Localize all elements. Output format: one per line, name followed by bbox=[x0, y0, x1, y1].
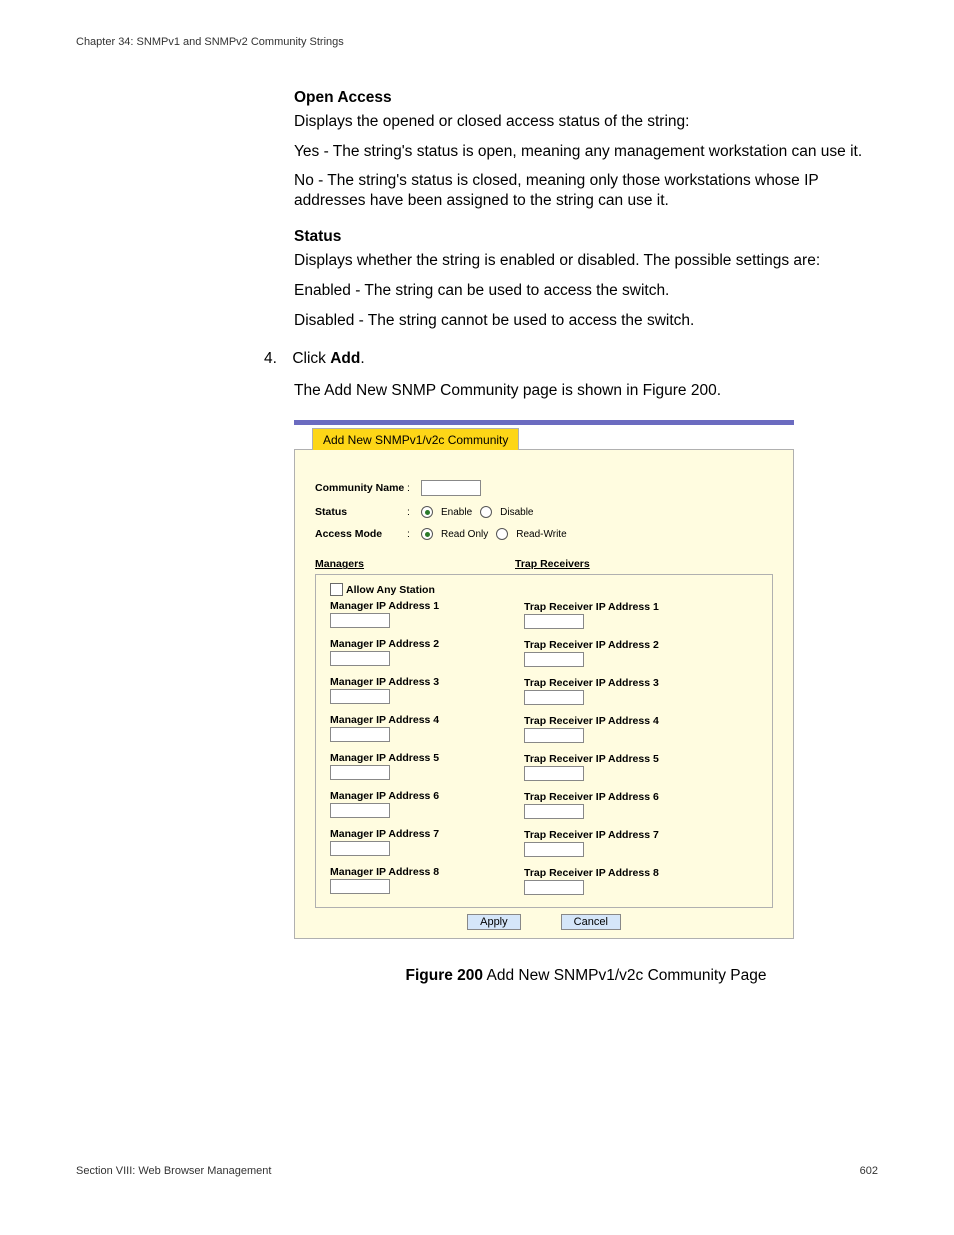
manager-ip-label-7: Manager IP Address 7 bbox=[330, 828, 524, 840]
manager-ip-input-6[interactable] bbox=[330, 803, 390, 818]
allow-any-checkbox[interactable] bbox=[330, 583, 343, 596]
managers-header: Managers bbox=[315, 558, 515, 570]
status-enabled: Enabled - The string can be used to acce… bbox=[294, 281, 878, 301]
trap-ip-label-6: Trap Receiver IP Address 6 bbox=[524, 791, 758, 803]
trap-ip-6: Trap Receiver IP Address 6 bbox=[524, 791, 758, 819]
trap-ip-7: Trap Receiver IP Address 7 bbox=[524, 829, 758, 857]
trap-ip-input-6[interactable] bbox=[524, 804, 584, 819]
manager-ip-input-1[interactable] bbox=[330, 613, 390, 628]
manager-ip-input-8[interactable] bbox=[330, 879, 390, 894]
access-mode-label: Access Mode bbox=[315, 528, 407, 540]
cancel-button[interactable]: Cancel bbox=[561, 914, 621, 930]
figure-caption: Figure 200 Add New SNMPv1/v2c Community … bbox=[294, 967, 878, 985]
manager-ip-label-4: Manager IP Address 4 bbox=[330, 714, 524, 726]
open-access-intro: Displays the opened or closed access sta… bbox=[294, 112, 878, 132]
access-readwrite-label: Read-Write bbox=[516, 529, 566, 540]
status-label: Status bbox=[315, 506, 407, 518]
step-click-bold: Add bbox=[330, 350, 360, 367]
trap-ip-label-7: Trap Receiver IP Address 7 bbox=[524, 829, 758, 841]
trap-ip-input-5[interactable] bbox=[524, 766, 584, 781]
open-access-heading: Open Access bbox=[294, 88, 878, 108]
manager-ip-input-2[interactable] bbox=[330, 651, 390, 666]
step-click-suffix: . bbox=[360, 350, 364, 367]
manager-ip-label-6: Manager IP Address 6 bbox=[330, 790, 524, 802]
open-access-yes: Yes - The string's status is open, meani… bbox=[294, 142, 878, 162]
trap-ip-3: Trap Receiver IP Address 3 bbox=[524, 677, 758, 705]
access-readonly-radio[interactable] bbox=[421, 528, 433, 540]
footer-page: 602 bbox=[860, 1165, 878, 1177]
tab-add-community[interactable]: Add New SNMPv1/v2c Community bbox=[312, 428, 519, 450]
trap-ip-label-8: Trap Receiver IP Address 8 bbox=[524, 867, 758, 879]
trap-ip-input-8[interactable] bbox=[524, 880, 584, 895]
trap-receivers-header: Trap Receivers bbox=[515, 558, 590, 570]
trap-ip-4: Trap Receiver IP Address 4 bbox=[524, 715, 758, 743]
manager-ip-input-4[interactable] bbox=[330, 727, 390, 742]
trap-ip-5: Trap Receiver IP Address 5 bbox=[524, 753, 758, 781]
status-heading: Status bbox=[294, 227, 878, 247]
manager-ip-3: Manager IP Address 3 bbox=[330, 676, 524, 704]
manager-ip-label-8: Manager IP Address 8 bbox=[330, 866, 524, 878]
snmp-form-panel: Add New SNMPv1/v2c Community Community N… bbox=[294, 420, 794, 939]
figure-title: Add New SNMPv1/v2c Community Page bbox=[483, 967, 766, 984]
apply-button[interactable]: Apply bbox=[467, 914, 521, 930]
community-name-label: Community Name bbox=[315, 482, 407, 494]
status-disable-label: Disable bbox=[500, 507, 533, 518]
allow-any-label: Allow Any Station bbox=[346, 584, 435, 596]
manager-ip-input-7[interactable] bbox=[330, 841, 390, 856]
manager-ip-label-1: Manager IP Address 1 bbox=[330, 600, 524, 612]
open-access-no: No - The string's status is closed, mean… bbox=[294, 171, 878, 211]
figure-number: Figure 200 bbox=[406, 967, 484, 984]
trap-ip-label-3: Trap Receiver IP Address 3 bbox=[524, 677, 758, 689]
trap-ip-input-1[interactable] bbox=[524, 614, 584, 629]
manager-ip-7: Manager IP Address 7 bbox=[330, 828, 524, 856]
chapter-header: Chapter 34: SNMPv1 and SNMPv2 Community … bbox=[76, 36, 878, 48]
status-enable-label: Enable bbox=[441, 507, 472, 518]
manager-ip-label-5: Manager IP Address 5 bbox=[330, 752, 524, 764]
trap-ip-1: Trap Receiver IP Address 1 bbox=[524, 601, 758, 629]
manager-ip-8: Manager IP Address 8 bbox=[330, 866, 524, 894]
status-disable-radio[interactable] bbox=[480, 506, 492, 518]
manager-ip-4: Manager IP Address 4 bbox=[330, 714, 524, 742]
manager-ip-1: Manager IP Address 1 bbox=[330, 600, 524, 628]
trap-ip-input-3[interactable] bbox=[524, 690, 584, 705]
manager-ip-label-3: Manager IP Address 3 bbox=[330, 676, 524, 688]
manager-ip-2: Manager IP Address 2 bbox=[330, 638, 524, 666]
community-name-input[interactable] bbox=[421, 480, 481, 496]
status-enable-radio[interactable] bbox=[421, 506, 433, 518]
step-number: 4. bbox=[264, 350, 288, 368]
step-click-prefix: Click bbox=[292, 350, 330, 367]
trap-ip-label-1: Trap Receiver IP Address 1 bbox=[524, 601, 758, 613]
trap-ip-input-7[interactable] bbox=[524, 842, 584, 857]
trap-ip-8: Trap Receiver IP Address 8 bbox=[524, 867, 758, 895]
manager-ip-5: Manager IP Address 5 bbox=[330, 752, 524, 780]
trap-ip-input-4[interactable] bbox=[524, 728, 584, 743]
tab-strip: Add New SNMPv1/v2c Community bbox=[294, 427, 794, 450]
trap-ip-label-5: Trap Receiver IP Address 5 bbox=[524, 753, 758, 765]
step-click: Click Add. bbox=[292, 350, 364, 367]
manager-ip-input-5[interactable] bbox=[330, 765, 390, 780]
manager-ip-6: Manager IP Address 6 bbox=[330, 790, 524, 818]
step-following-text: The Add New SNMP Community page is shown… bbox=[294, 382, 878, 400]
trap-ip-label-4: Trap Receiver IP Address 4 bbox=[524, 715, 758, 727]
status-disabled: Disabled - The string cannot be used to … bbox=[294, 311, 878, 331]
trap-ip-2: Trap Receiver IP Address 2 bbox=[524, 639, 758, 667]
trap-ip-label-2: Trap Receiver IP Address 2 bbox=[524, 639, 758, 651]
access-readwrite-radio[interactable] bbox=[496, 528, 508, 540]
footer-section: Section VIII: Web Browser Management bbox=[76, 1165, 271, 1177]
trap-ip-input-2[interactable] bbox=[524, 652, 584, 667]
manager-ip-label-2: Manager IP Address 2 bbox=[330, 638, 524, 650]
manager-ip-input-3[interactable] bbox=[330, 689, 390, 704]
status-intro: Displays whether the string is enabled o… bbox=[294, 251, 878, 271]
access-readonly-label: Read Only bbox=[441, 529, 488, 540]
